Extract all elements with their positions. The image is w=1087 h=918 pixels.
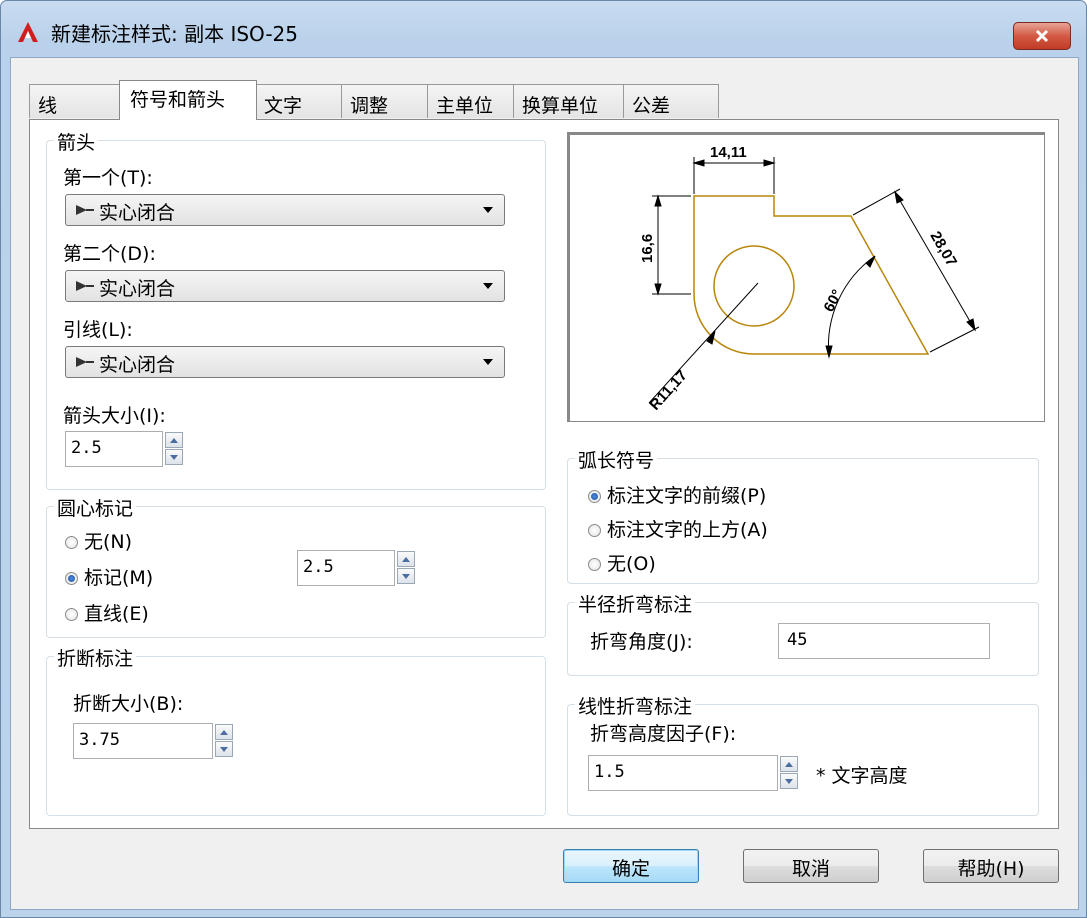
arc-none-radio[interactable]: 无(O) (588, 549, 656, 576)
text-height-suffix: * 文字高度 (816, 765, 908, 787)
radio-icon (65, 608, 78, 621)
center-mark-mark-label: 标记(M) (84, 567, 154, 589)
first-arrow-label: 第一个(T): (63, 167, 153, 189)
center-mark-none-radio[interactable]: 无(N) (65, 527, 132, 554)
spinner-down-icon[interactable] (215, 741, 233, 757)
arrow-size-input[interactable]: 2.5 (65, 431, 163, 467)
center-mark-mark-radio[interactable]: 标记(M) (65, 563, 153, 590)
linear-jog-group: 线性折弯标注 折弯高度因子(F): 1.5 * 文字高度 (567, 692, 1039, 816)
dimension-preview-drawing: 14,11 16,6 28,07 60° R11,17 (639, 144, 980, 414)
preview-shape-outline (693, 195, 930, 355)
tab-text[interactable]: 文字 (255, 84, 343, 118)
closed-filled-arrow-icon (76, 205, 94, 215)
arrow-size-spinner[interactable]: 2.5 (65, 431, 199, 467)
tab-primary-units[interactable]: 主单位 (427, 84, 515, 118)
spinner-down-icon[interactable] (780, 773, 798, 789)
window-title: 新建标注样式: 副本 ISO-25 (51, 22, 299, 46)
arrowheads-legend: 箭头 (54, 128, 99, 155)
closed-filled-arrow-icon (76, 281, 94, 291)
spinner-up-icon[interactable] (215, 724, 233, 740)
preview-dim-height: 16,6 (639, 234, 656, 263)
cancel-button[interactable]: 取消 (743, 849, 879, 883)
radius-jog-legend: 半径折弯标注 (575, 590, 696, 617)
preview-circle (713, 245, 795, 327)
arc-length-legend: 弧长符号 (575, 446, 658, 473)
dimension-break-group: 折断标注 折断大小(B): 3.75 (46, 644, 546, 816)
close-icon (1035, 29, 1049, 43)
tab-panel: 箭头 第一个(T): 实心闭合 第二个(D): 实心闭合 引线(L): 实心闭合 (29, 119, 1059, 829)
tab-symbols-arrows[interactable]: 符号和箭头 (119, 80, 257, 120)
close-button[interactable] (1013, 22, 1071, 50)
spinner-up-icon[interactable] (780, 756, 798, 772)
center-mark-size-spinner[interactable]: 2.5 (297, 550, 427, 586)
radio-icon (65, 536, 78, 549)
second-arrow-value: 实心闭合 (99, 278, 176, 300)
dimension-break-legend: 折断标注 (54, 644, 137, 671)
tab-fit[interactable]: 调整 (341, 84, 429, 118)
jog-height-spinner[interactable]: 1.5 (588, 755, 808, 791)
center-marks-group: 圆心标记 无(N) 标记(M) 直线(E) 2.5 (46, 494, 546, 638)
spinner-up-icon[interactable] (397, 551, 415, 567)
jog-height-label: 折弯高度因子(F): (590, 723, 737, 745)
center-mark-size-input[interactable]: 2.5 (297, 550, 395, 586)
spinner-buttons[interactable] (165, 432, 183, 466)
leader-arrow-dropdown[interactable]: 实心闭合 (65, 346, 505, 378)
chevron-down-icon (483, 359, 493, 365)
preview-dim-aligned: 28,07 (927, 229, 960, 270)
spinner-buttons[interactable] (397, 551, 415, 585)
radio-selected-icon (588, 490, 601, 503)
second-arrow-label: 第二个(D): (63, 243, 156, 265)
spinner-buttons[interactable] (215, 724, 233, 758)
chevron-down-icon (483, 207, 493, 213)
break-size-label: 折断大小(B): (73, 693, 184, 715)
tab-tolerances[interactable]: 公差 (623, 84, 719, 118)
closed-filled-arrow-icon (76, 357, 94, 367)
first-arrow-dropdown[interactable]: 实心闭合 (65, 194, 505, 226)
jog-angle-label: 折弯角度(J): (590, 631, 693, 653)
preview-dim-angle: 60° (821, 287, 847, 315)
chevron-down-icon (483, 283, 493, 289)
preview-pane: 14,11 16,6 28,07 60° R11,17 (567, 132, 1045, 422)
arc-prefix-radio[interactable]: 标注文字的前缀(P) (588, 481, 766, 508)
preview-dim-width: 14,11 (710, 144, 747, 161)
center-mark-line-radio[interactable]: 直线(E) (65, 599, 149, 626)
arrowheads-group: 箭头 第一个(T): 实心闭合 第二个(D): 实心闭合 引线(L): 实心闭合 (46, 128, 546, 490)
tab-lines[interactable]: 线 (29, 84, 121, 118)
spinner-up-icon[interactable] (165, 432, 183, 448)
second-arrow-dropdown[interactable]: 实心闭合 (65, 270, 505, 302)
autocad-logo-icon (18, 22, 38, 42)
radius-jog-group: 半径折弯标注 折弯角度(J): 45 (567, 590, 1039, 676)
dialog-body: 线 符号和箭头 文字 调整 主单位 换算单位 公差 箭头 第一个(T): 实心闭… (10, 57, 1079, 910)
title-bar[interactable]: 新建标注样式: 副本 ISO-25 (1, 1, 1086, 57)
ok-button[interactable]: 确定 (563, 849, 699, 883)
arc-above-radio[interactable]: 标注文字的上方(A) (588, 515, 768, 542)
dialog-window: 新建标注样式: 副本 ISO-25 线 符号和箭头 文字 调整 主单位 换算单位… (0, 0, 1087, 918)
arc-above-label: 标注文字的上方(A) (607, 519, 768, 541)
jog-angle-input[interactable]: 45 (778, 623, 990, 659)
arrow-size-label: 箭头大小(I): (63, 405, 166, 427)
arc-prefix-label: 标注文字的前缀(P) (607, 485, 767, 507)
leader-arrow-value: 实心闭合 (99, 354, 176, 376)
arc-length-group: 弧长符号 标注文字的前缀(P) 标注文字的上方(A) 无(O) (567, 446, 1039, 584)
spinner-down-icon[interactable] (165, 449, 183, 465)
preview-dim-radius: R11,17 (646, 367, 690, 414)
tab-alternate-units[interactable]: 换算单位 (513, 84, 625, 118)
center-mark-line-label: 直线(E) (84, 603, 149, 625)
break-size-spinner[interactable]: 3.75 (73, 723, 253, 759)
center-marks-legend: 圆心标记 (54, 494, 137, 521)
jog-height-input[interactable]: 1.5 (588, 755, 778, 791)
first-arrow-value: 实心闭合 (99, 202, 176, 224)
radio-icon (588, 558, 601, 571)
spinner-buttons[interactable] (780, 756, 798, 790)
leader-arrow-label: 引线(L): (63, 319, 133, 341)
center-mark-none-label: 无(N) (84, 531, 133, 553)
break-size-input[interactable]: 3.75 (73, 723, 213, 759)
arc-none-label: 无(O) (607, 553, 656, 575)
help-button[interactable]: 帮助(H) (923, 849, 1059, 883)
radio-icon (588, 524, 601, 537)
linear-jog-legend: 线性折弯标注 (575, 692, 696, 719)
spinner-down-icon[interactable] (397, 568, 415, 584)
radio-selected-icon (65, 572, 78, 585)
